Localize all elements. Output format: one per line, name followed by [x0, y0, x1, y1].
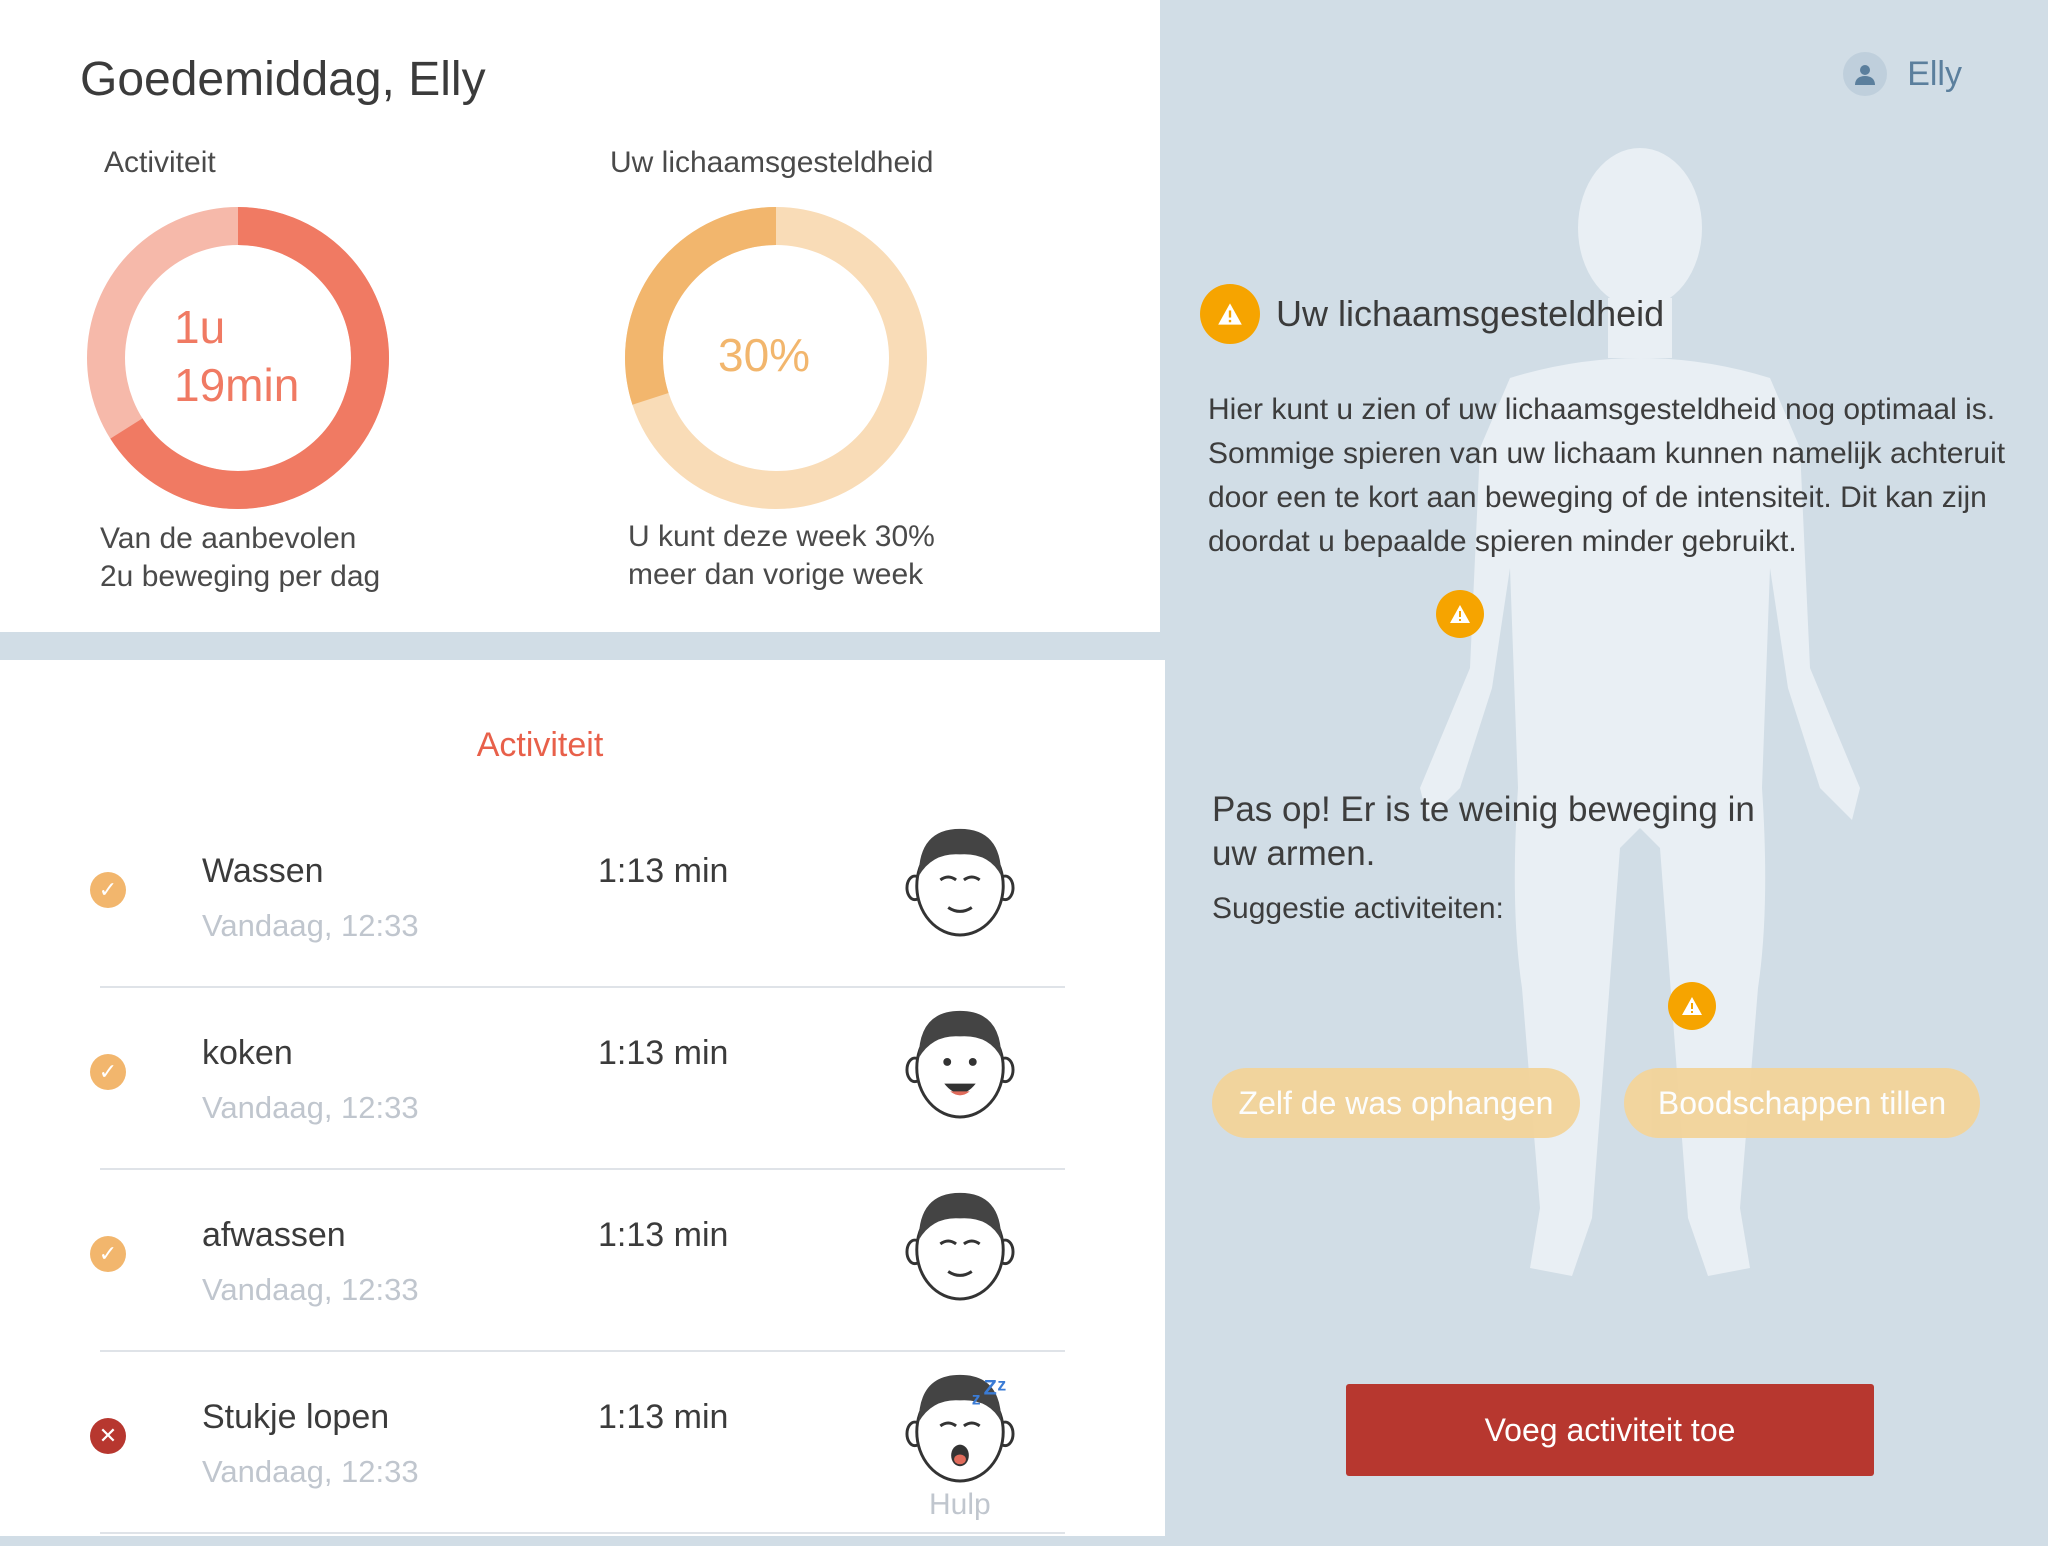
activity-ring-caption: Van de aanbevolen 2u beweging per dag	[100, 520, 380, 596]
tired-face-icon[interactable]: zZz	[905, 1364, 1015, 1484]
activity-hours: 1u	[174, 301, 226, 353]
body-caption-line2: meer dan vorige week	[628, 558, 924, 591]
warning-pin-arm-icon[interactable]	[1436, 590, 1484, 638]
activity-duration: 1:13 min	[598, 1216, 729, 1254]
suggestion-chip-laundry[interactable]: Zelf de was ophangen	[1212, 1068, 1580, 1138]
activity-ring-value: 1u 19min	[174, 298, 299, 414]
user-menu[interactable]: Elly	[1843, 52, 1962, 96]
row-divider	[100, 1168, 1065, 1170]
check-icon: ✓	[90, 1054, 126, 1090]
summary-card: Goedemiddag, Elly Activiteit 1u 19min Va…	[0, 0, 1160, 632]
warning-pin-leg-icon[interactable]	[1668, 982, 1716, 1030]
calm-face-icon[interactable]	[905, 818, 1015, 938]
svg-text:Z: Z	[984, 1375, 997, 1400]
body-ring-caption: U kunt deze week 30% meer dan vorige wee…	[628, 518, 935, 594]
user-avatar-icon	[1843, 52, 1888, 96]
happy-face-icon[interactable]	[905, 1000, 1015, 1120]
activity-minutes: 19min	[174, 359, 300, 411]
activity-ring-title: Activiteit	[104, 146, 216, 179]
svg-text:z: z	[997, 1375, 1006, 1395]
activity-caption-line2: 2u beweging per dag	[100, 560, 381, 593]
suggestion-chip-groceries[interactable]: Boodschappen tillen	[1624, 1068, 1980, 1138]
activity-time: Vandaag, 12:33	[202, 1454, 419, 1489]
calm-face-icon[interactable]	[905, 1182, 1015, 1302]
activity-row[interactable]: ✕ Stukje lopen Vandaag, 12:33 1:13 min z Zz Hu…	[0, 1364, 1165, 1546]
activity-caption-line1: Van de aanbevolen	[100, 522, 357, 555]
activity-name: afwassen	[202, 1216, 346, 1254]
activity-name: koken	[202, 1034, 293, 1072]
row-divider	[100, 1532, 1065, 1534]
help-label[interactable]: Hulp	[929, 1488, 991, 1522]
suggestions-label: Suggestie activiteiten:	[1212, 892, 1504, 925]
activity-time: Vandaag, 12:33	[202, 1090, 419, 1125]
cross-icon: ✕	[90, 1418, 126, 1454]
body-caption-line1: U kunt deze week 30%	[628, 520, 935, 553]
greeting-title: Goedemiddag, Elly	[80, 53, 486, 106]
activity-time: Vandaag, 12:33	[202, 1272, 419, 1307]
activity-row[interactable]: ✓ afwassen Vandaag, 12:33 1:13 min	[0, 1182, 1165, 1364]
add-activity-button[interactable]: Voeg activiteit toe	[1346, 1384, 1874, 1476]
activity-row[interactable]: ✓ Wassen Vandaag, 12:33 1:13 min	[0, 818, 1165, 1000]
activity-name: Wassen	[202, 852, 324, 890]
activity-list-title: Activiteit	[476, 726, 604, 764]
activity-duration: 1:13 min	[598, 852, 729, 890]
row-divider	[100, 1350, 1065, 1352]
activity-duration: 1:13 min	[598, 1398, 729, 1436]
user-name: Elly	[1907, 54, 1962, 93]
activity-duration: 1:13 min	[598, 1034, 729, 1072]
warning-icon	[1200, 284, 1260, 344]
body-panel-description: Hier kunt u zien of uw lichaamsgesteldhe…	[1208, 393, 2006, 558]
body-panel-heading: Uw lichaamsgesteldheid	[1200, 284, 1664, 344]
body-ring-title: Uw lichaamsgesteldheid	[610, 146, 934, 179]
activity-time: Vandaag, 12:33	[202, 908, 419, 943]
body-panel-title: Uw lichaamsgesteldheid	[1276, 293, 1665, 334]
body-ring-value: 30%	[718, 329, 811, 381]
check-icon: ✓	[90, 1236, 126, 1272]
activity-name: Stukje lopen	[202, 1398, 390, 1436]
activity-row[interactable]: ✓ koken Vandaag, 12:33 1:13 min	[0, 1000, 1165, 1182]
check-icon: ✓	[90, 872, 126, 908]
movement-warning: Pas op! Er is te weinig beweging in uw a…	[1212, 790, 1755, 873]
row-divider	[100, 986, 1065, 988]
svg-text:z: z	[972, 1388, 981, 1408]
